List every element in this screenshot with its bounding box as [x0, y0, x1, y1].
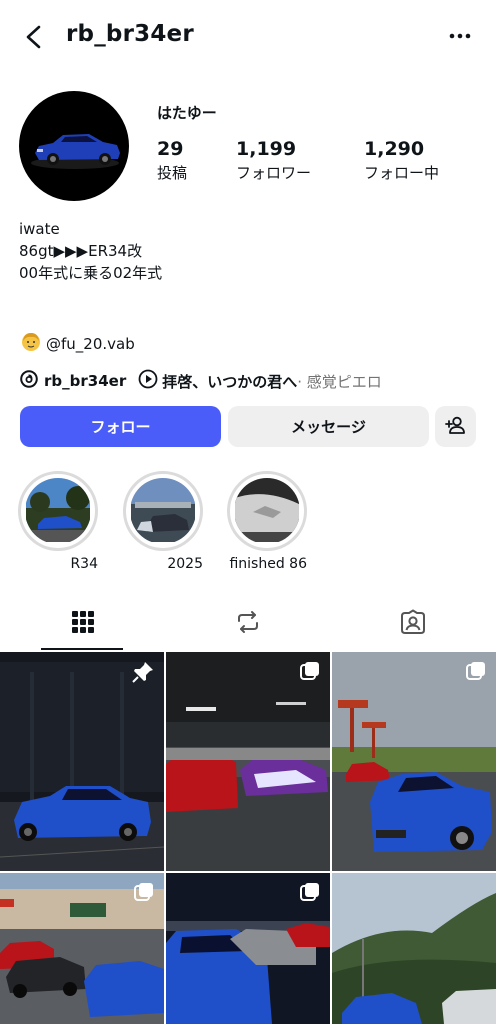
- reels-repost-icon: [235, 609, 261, 639]
- followers-label: フォロワー: [236, 164, 312, 182]
- posts-count: 29: [157, 138, 184, 160]
- grid-post[interactable]: [332, 873, 496, 1024]
- pinned-icon: [132, 661, 154, 687]
- music-title[interactable]: 拝啓、いつかの君へ: [162, 371, 297, 392]
- following-count: 1,290: [364, 138, 425, 160]
- header-username: rb_br34er: [66, 21, 194, 47]
- posts-grid: [0, 652, 496, 1024]
- highlight-label: R34: [70, 556, 98, 572]
- highlight-r34[interactable]: R34: [18, 471, 98, 572]
- posts-grid-icon: [71, 610, 95, 638]
- threads-handle[interactable]: rb_br34er: [44, 372, 126, 390]
- mention-handle[interactable]: @fu_20.vab: [46, 335, 135, 353]
- grid-post[interactable]: [166, 873, 330, 1024]
- bio: iwate 86gt▶▶▶ER34改 00年式に乗る02年式: [19, 218, 162, 284]
- tagged-icon: [400, 609, 426, 639]
- multiple-images-icon: [300, 661, 320, 685]
- follow-button[interactable]: フォロー: [20, 406, 221, 447]
- highlight-cover: [130, 478, 196, 544]
- multiple-images-icon: [466, 661, 486, 685]
- tab-tagged[interactable]: [330, 598, 495, 650]
- bio-line: 86gt▶▶▶ER34改: [19, 242, 143, 260]
- display-name: はたゆー: [157, 104, 217, 122]
- grid-post[interactable]: [166, 652, 330, 871]
- grid-post[interactable]: [0, 652, 164, 871]
- profile-avatar[interactable]: [19, 91, 129, 201]
- profile-tabs: [0, 598, 496, 650]
- followers-stat[interactable]: 1,199 フォロワー: [236, 138, 311, 184]
- profile-links: rb_br34er 拝啓、いつかの君へ · 感覚ピエロ: [19, 369, 382, 393]
- following-label: フォロー中: [364, 164, 440, 182]
- person-emoji-icon: [20, 331, 42, 357]
- more-options-icon[interactable]: [446, 26, 476, 46]
- highlight-cover: [25, 478, 91, 544]
- highlight-cover: [234, 478, 300, 544]
- followers-count: 1,199: [236, 138, 297, 160]
- highlight-finished-86[interactable]: finished 86: [227, 471, 307, 572]
- music-artist: · 感覚ピエロ: [297, 372, 382, 391]
- message-button[interactable]: メッセージ: [228, 406, 429, 447]
- highlight-label: 2025: [167, 556, 203, 572]
- threads-icon[interactable]: [19, 369, 39, 393]
- active-tab-indicator: [41, 648, 123, 650]
- posts-label: 投稿: [157, 164, 188, 182]
- multiple-images-icon: [134, 882, 154, 906]
- profile-header: rb_br34er: [0, 0, 496, 76]
- multiple-images-icon: [300, 882, 320, 906]
- suggest-people-button[interactable]: [435, 406, 476, 447]
- bio-line: 00年式に乗る02年式: [19, 264, 163, 282]
- add-person-icon: [444, 415, 467, 439]
- highlight-label: finished 86: [229, 556, 307, 572]
- posts-stat[interactable]: 29 投稿: [157, 138, 187, 184]
- following-stat[interactable]: 1,290 フォロー中: [364, 138, 439, 184]
- back-icon[interactable]: [20, 22, 50, 52]
- tab-posts[interactable]: [0, 598, 165, 650]
- grid-post[interactable]: [332, 652, 496, 871]
- bio-mention[interactable]: @fu_20.vab: [20, 331, 135, 357]
- highlight-2025[interactable]: 2025: [123, 471, 203, 572]
- tab-reposts[interactable]: [165, 598, 330, 650]
- grid-post[interactable]: [0, 873, 164, 1024]
- play-icon[interactable]: [138, 369, 158, 393]
- bio-line: iwate: [19, 220, 60, 238]
